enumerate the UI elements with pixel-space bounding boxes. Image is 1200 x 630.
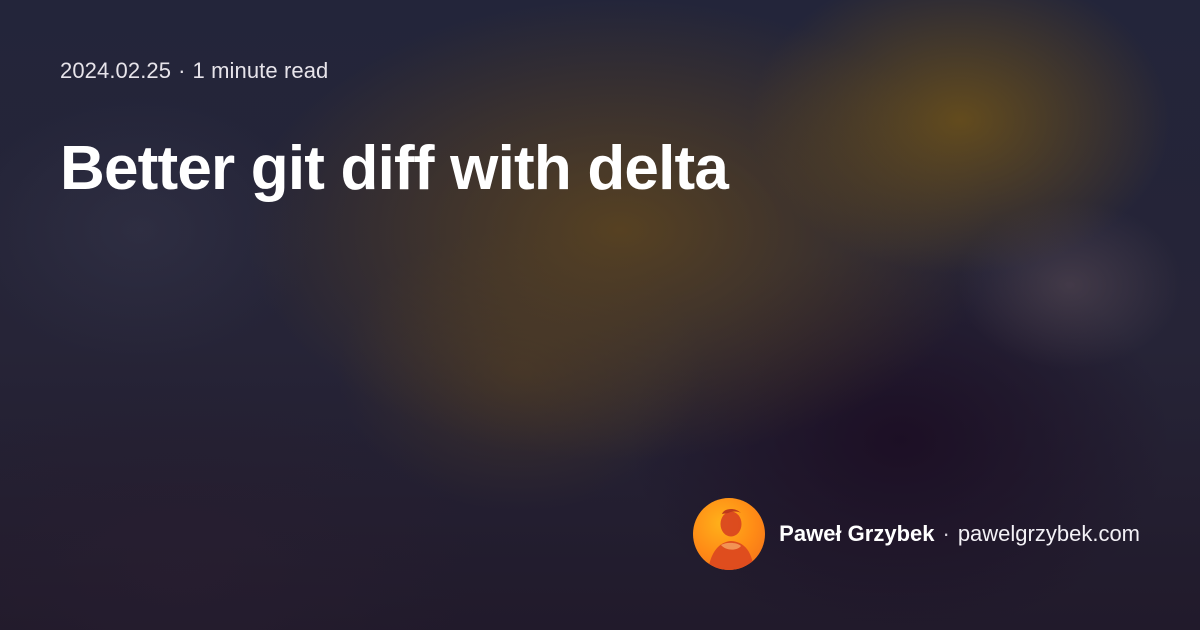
author-footer: Paweł Grzybek · pawelgrzybek.com [693,498,1140,570]
author-name: Paweł Grzybek [779,521,935,546]
person-silhouette-icon [708,508,755,570]
author-byline: Paweł Grzybek · pawelgrzybek.com [779,521,1140,547]
post-meta: 2024.02.25 · 1 minute read [60,58,328,84]
byline-separator: · [942,521,950,546]
author-avatar [693,498,766,570]
meta-separator: · [178,58,186,83]
read-time: 1 minute read [192,58,329,83]
post-date: 2024.02.25 [60,58,172,83]
post-title: Better git diff with delta [60,134,729,203]
site-domain: pawelgrzybek.com [957,521,1140,546]
